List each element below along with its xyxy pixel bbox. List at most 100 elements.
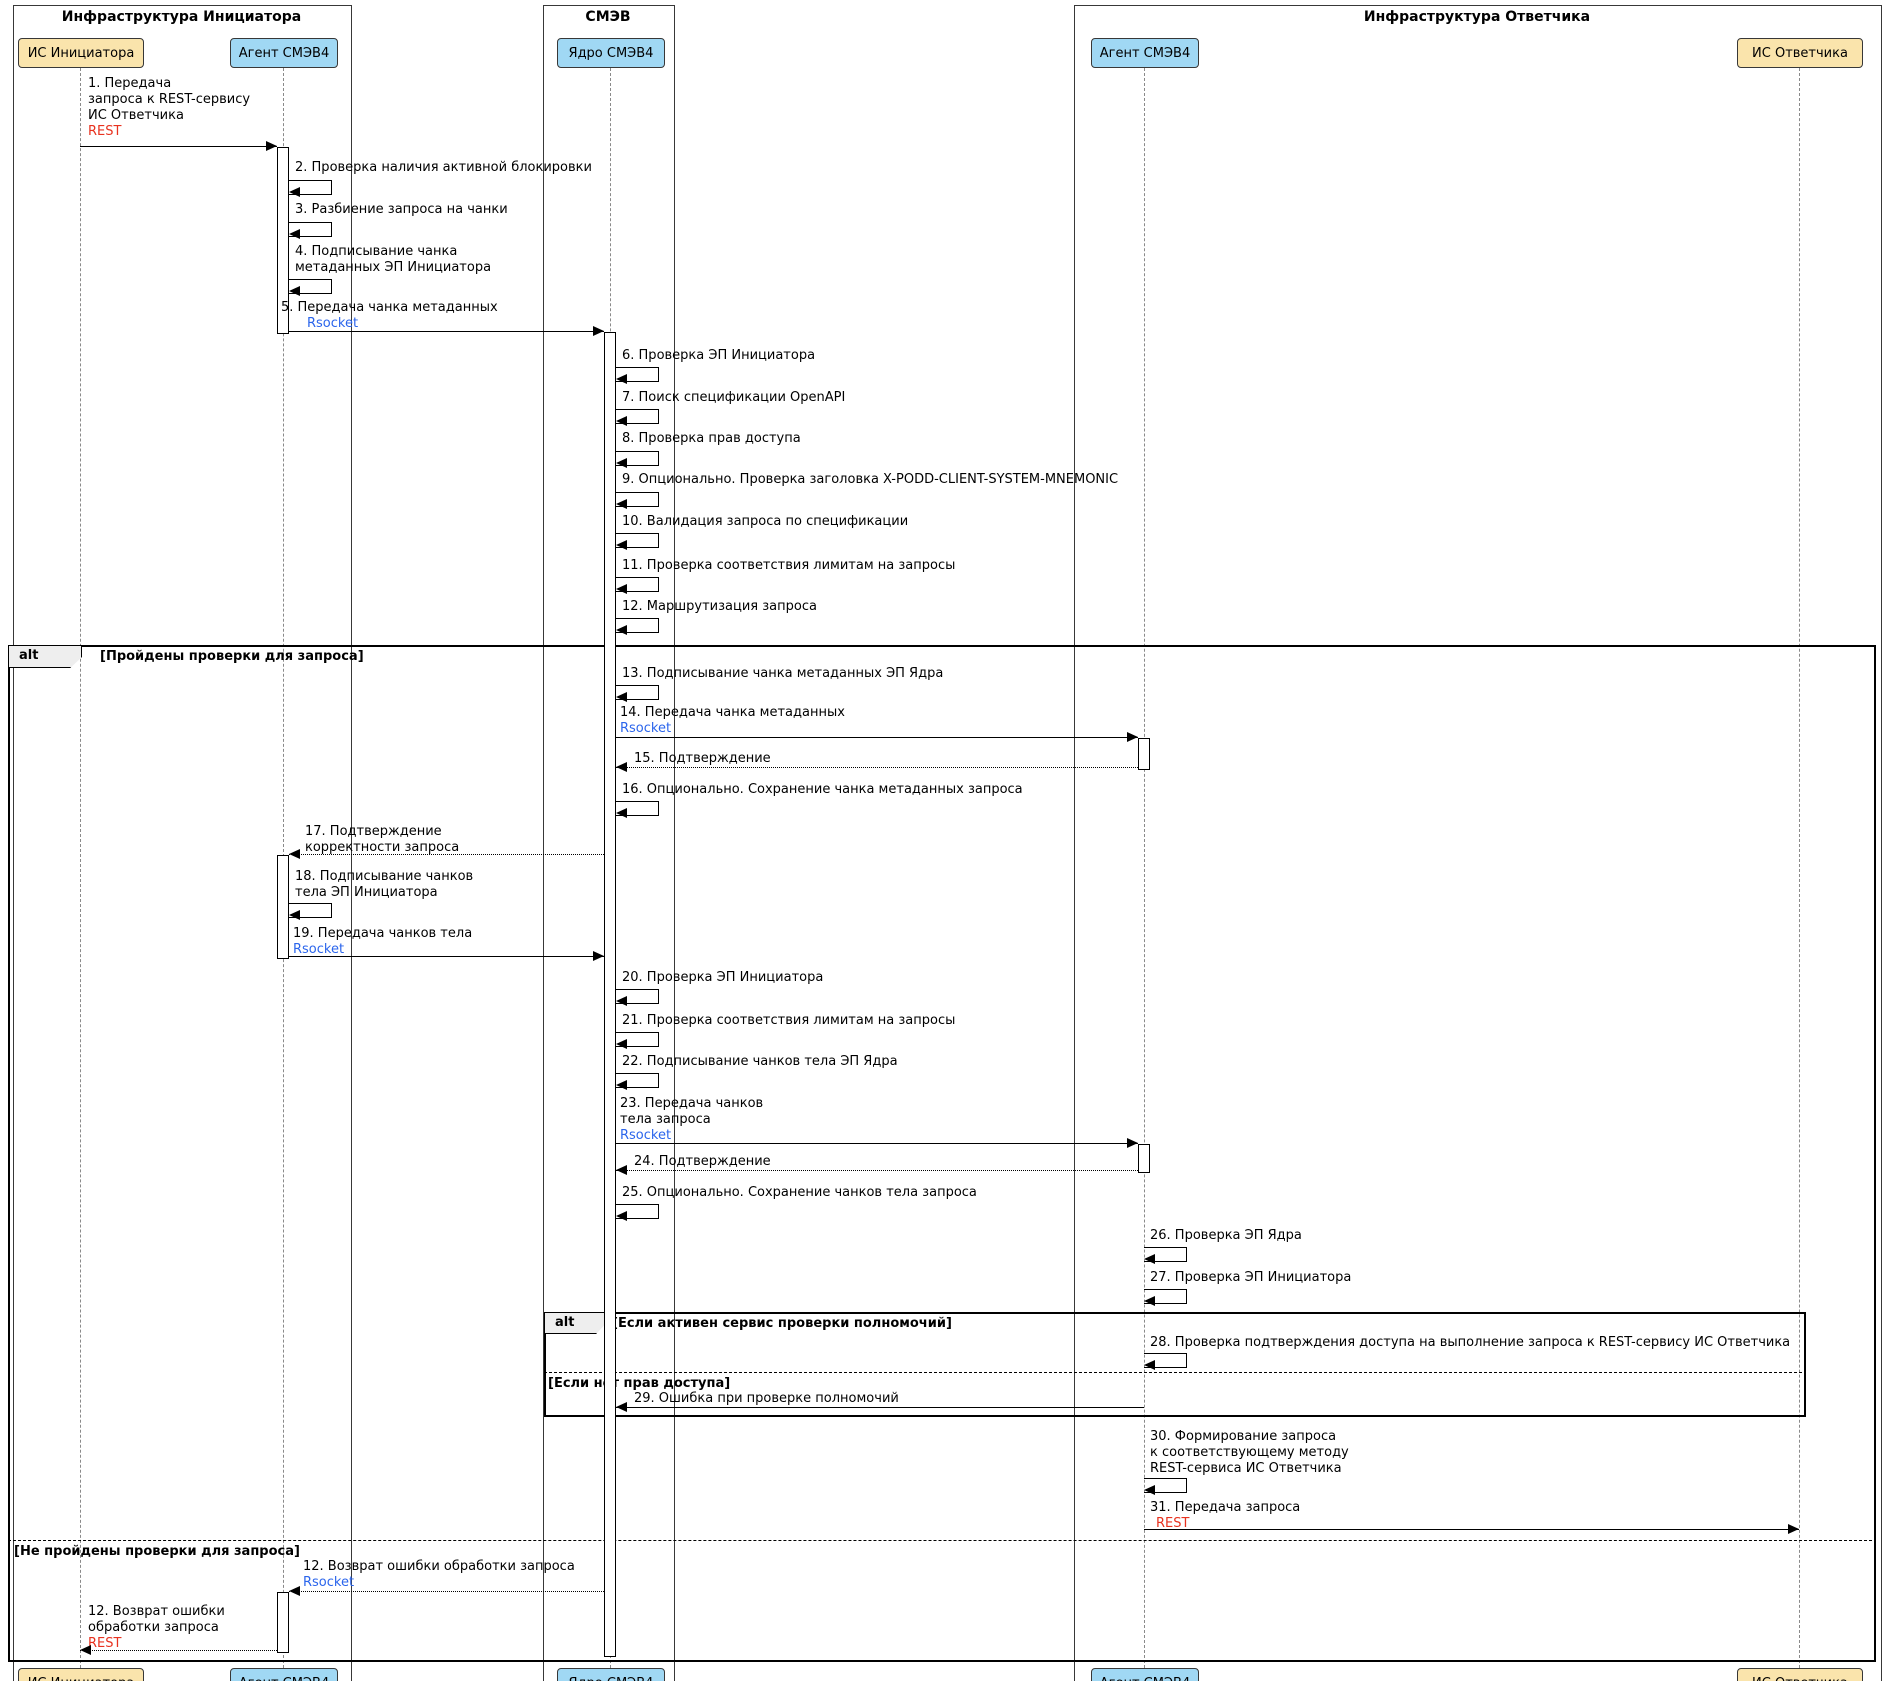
message-label-12: 13. Подписывание чанка метаданных ЭП Ядр…	[622, 666, 943, 682]
alt-separator-guard-1-0: [Если нет прав доступа]	[548, 1376, 730, 1391]
arrowhead-8	[616, 499, 627, 509]
arrowhead-31	[289, 1586, 300, 1596]
arrowhead-24	[616, 1211, 627, 1221]
activation-bar-2	[277, 1592, 289, 1653]
message-line: 19. Передача чанков тела	[293, 926, 472, 942]
alt-guard-0: [Пройдены проверки для запроса]	[100, 649, 364, 664]
message-line: тела ЭП Инициатора	[295, 885, 473, 901]
message-label-18: 19. Передача чанков телаRsocket	[293, 926, 472, 958]
message-arrow-4	[289, 331, 604, 332]
arrowhead-32	[80, 1645, 91, 1655]
message-label-10: 11. Проверка соответствия лимитам на зап…	[622, 558, 955, 574]
message-label-3: 4. Подписывание чанкаметаданных ЭП Иници…	[295, 244, 491, 276]
message-label-27: 28. Проверка подтверждения доступа на вы…	[1150, 1335, 1790, 1351]
message-line: 18. Подписывание чанков	[295, 869, 473, 885]
message-arrow-22	[616, 1143, 1138, 1144]
message-arrow-31	[289, 1591, 604, 1592]
arrowhead-1	[289, 187, 300, 197]
message-label-4: 5. Передача чанка метаданныхRsocket	[281, 300, 498, 332]
frame-title-0: Инфраструктура Инициатора	[13, 9, 350, 25]
activation-bar-4	[1138, 738, 1150, 770]
arrowhead-11	[616, 625, 627, 635]
arrowhead-6	[616, 416, 627, 426]
message-label-9: 10. Валидация запроса по спецификации	[622, 514, 908, 530]
arrowhead-22	[1127, 1138, 1138, 1148]
participant-1: Агент СМЭВ4	[230, 38, 338, 68]
alt-frame-label-1: alt	[544, 1312, 606, 1334]
arrowhead-21	[616, 1080, 627, 1090]
alt-guard-1: [Если активен сервис проверки полномочий…	[612, 1316, 952, 1331]
message-line: 7. Поиск спецификации OpenAPI	[622, 390, 845, 406]
message-protocol-tag: Rsocket	[307, 316, 498, 332]
arrowhead-4	[593, 326, 604, 336]
message-label-32: 12. Возврат ошибкиобработки запросаREST	[88, 1604, 225, 1652]
message-arrow-0	[80, 146, 277, 147]
message-label-15: 16. Опционально. Сохранение чанка метада…	[622, 782, 1023, 798]
message-line: 25. Опционально. Сохранение чанков тела …	[622, 1185, 977, 1201]
message-arrow-23	[616, 1170, 1138, 1171]
activation-bar-5	[1138, 1144, 1150, 1173]
message-line: 31. Передача запроса	[1150, 1500, 1300, 1516]
message-line: 16. Опционально. Сохранение чанка метада…	[622, 782, 1023, 798]
message-line: REST-сервиса ИС Ответчика	[1150, 1461, 1349, 1477]
message-label-13: 14. Передача чанка метаданныхRsocket	[620, 705, 845, 737]
arrowhead-23	[616, 1165, 627, 1175]
message-line: 29. Ошибка при проверке полномочий	[634, 1391, 899, 1407]
participant-bottom-4: ИС Ответчика	[1737, 1668, 1863, 1681]
message-line: 4. Подписывание чанка	[295, 244, 491, 260]
message-line: 26. Проверка ЭП Ядра	[1150, 1228, 1302, 1244]
message-label-8: 9. Опционально. Проверка заголовка X-POD…	[622, 472, 1118, 488]
message-line: 1. Передача	[88, 76, 250, 92]
message-line: 21. Проверка соответствия лимитам на зап…	[622, 1013, 955, 1029]
frame-title-2: Инфраструктура Ответчика	[1074, 9, 1880, 25]
message-label-16: 17. Подтверждениекорректности запроса	[305, 824, 459, 856]
message-line: 5. Передача чанка метаданных	[281, 300, 498, 316]
message-arrow-32	[80, 1650, 277, 1651]
arrowhead-0	[266, 141, 277, 151]
message-label-0: 1. Передачазапроса к REST-сервисуИС Отве…	[88, 76, 250, 140]
arrowhead-20	[616, 1039, 627, 1049]
arrowhead-26	[1144, 1296, 1155, 1306]
message-label-6: 7. Поиск спецификации OpenAPI	[622, 390, 845, 406]
message-line: 13. Подписывание чанка метаданных ЭП Ядр…	[622, 666, 943, 682]
message-arrow-28	[616, 1407, 1144, 1408]
arrowhead-17	[289, 910, 300, 920]
arrowhead-13	[1127, 732, 1138, 742]
arrowhead-10	[616, 584, 627, 594]
message-arrow-16	[289, 854, 604, 855]
arrowhead-5	[616, 374, 627, 384]
message-line: 6. Проверка ЭП Инициатора	[622, 348, 815, 364]
message-line: 15. Подтверждение	[634, 751, 771, 767]
message-line: 23. Передача чанков	[620, 1096, 763, 1112]
message-line: 14. Передача чанка метаданных	[620, 705, 845, 721]
alt-separator-0-0	[8, 1540, 1872, 1541]
participant-bottom-3: Агент СМЭВ4	[1091, 1668, 1199, 1681]
arrowhead-14	[616, 762, 627, 772]
message-label-22: 23. Передача чанковтела запросаRsocket	[620, 1096, 763, 1144]
message-label-28: 29. Ошибка при проверке полномочий	[634, 1391, 899, 1407]
message-label-1: 2. Проверка наличия активной блокировки	[295, 160, 592, 176]
message-line: 17. Подтверждение	[305, 824, 459, 840]
message-label-31: 12. Возврат ошибки обработки запросаRsoc…	[303, 1559, 575, 1591]
message-label-21: 22. Подписывание чанков тела ЭП Ядра	[622, 1054, 898, 1070]
arrowhead-15	[616, 808, 627, 818]
message-line: 12. Возврат ошибки	[88, 1604, 225, 1620]
arrowhead-16	[289, 849, 300, 859]
participant-bottom-1: Агент СМЭВ4	[230, 1668, 338, 1681]
message-line: 10. Валидация запроса по спецификации	[622, 514, 908, 530]
sequence-diagram: Инфраструктура ИнициатораСМЭВИнфраструкт…	[0, 0, 1884, 1681]
message-label-30: 31. Передача запросаREST	[1150, 1500, 1300, 1532]
message-label-24: 25. Опционально. Сохранение чанков тела …	[622, 1185, 977, 1201]
arrowhead-2	[289, 229, 300, 239]
message-line: 30. Формирование запроса	[1150, 1429, 1349, 1445]
arrowhead-3	[289, 286, 300, 296]
participant-4: ИС Ответчика	[1737, 38, 1863, 68]
message-arrow-18	[289, 956, 604, 957]
message-line: тела запроса	[620, 1112, 763, 1128]
arrowhead-25	[1144, 1254, 1155, 1264]
message-arrow-14	[616, 767, 1138, 768]
arrowhead-30	[1788, 1524, 1799, 1534]
message-label-7: 8. Проверка прав доступа	[622, 431, 801, 447]
message-line: ИС Ответчика	[88, 108, 250, 124]
arrowhead-18	[593, 951, 604, 961]
